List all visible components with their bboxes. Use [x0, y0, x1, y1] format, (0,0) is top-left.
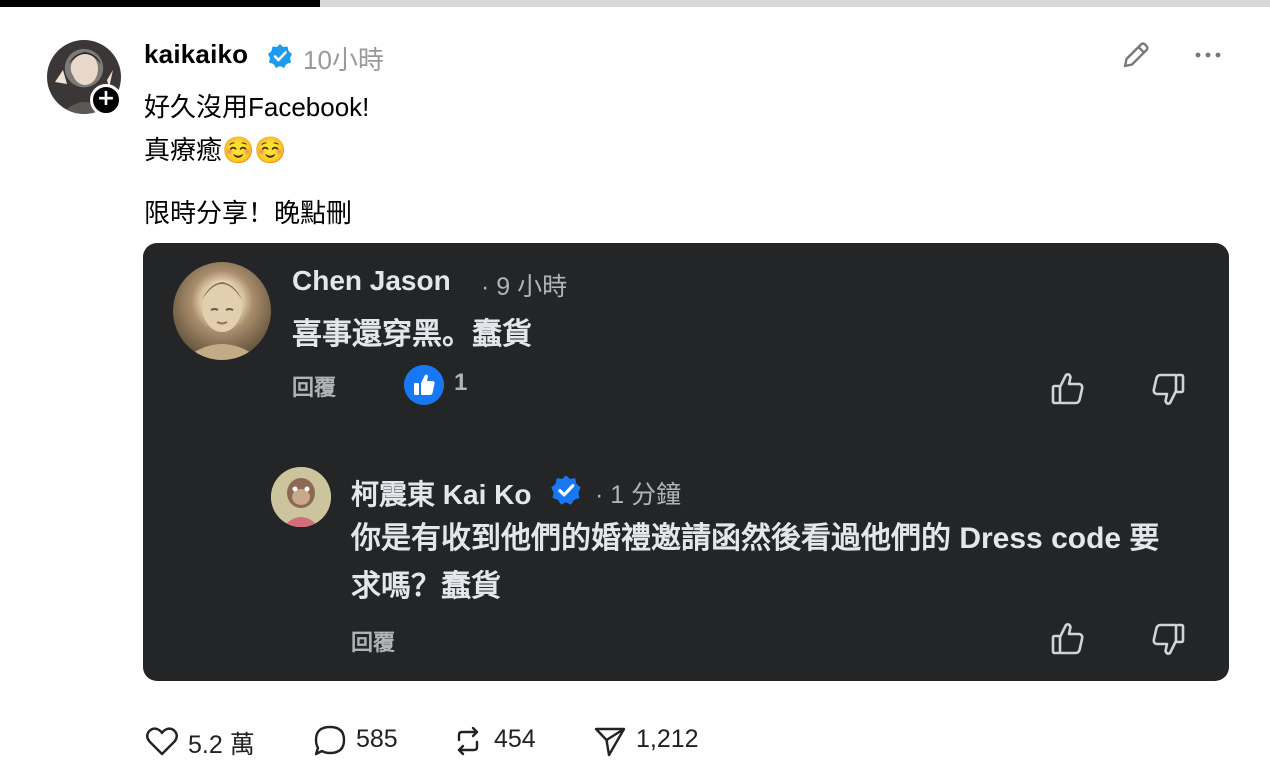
post-text-line-1: 好久沒用Facebook!: [144, 92, 370, 122]
tab-indicator: [0, 0, 1270, 7]
like-count: 5.2 萬: [188, 731, 255, 759]
thumbs-down-icon[interactable]: [1148, 369, 1188, 409]
author-username[interactable]: kaikaiko: [144, 39, 248, 70]
more-options-icon[interactable]: [1190, 37, 1226, 73]
thumbs-down-icon[interactable]: [1148, 619, 1188, 659]
thread-post: + kaikaiko 10小時 好久沒用Facebook! 真療癒☺️☺️ 限時…: [0, 7, 1270, 784]
comment-reply-button[interactable]: 回覆: [292, 370, 336, 402]
commenter-name[interactable]: Chen Jason: [292, 265, 451, 297]
repost-count: 454: [494, 725, 536, 753]
replier-name[interactable]: 柯震東 Kai Ko: [351, 473, 531, 513]
send-icon: [594, 727, 626, 757]
facebook-like-icon: [404, 365, 444, 405]
share-count: 1,212: [636, 725, 699, 753]
comment-bubble-icon: [314, 725, 346, 756]
comment-text: 喜事還穿黑。蠢貨: [292, 318, 532, 351]
post-text-line-2: 真療癒☺️☺️: [144, 135, 287, 165]
post-timestamp: 10小時: [303, 45, 384, 75]
author-avatar[interactable]: +: [47, 40, 122, 116]
verified-badge-icon: [268, 44, 292, 68]
comment-like-count: 1: [454, 369, 468, 396]
active-tab-underline: [0, 0, 320, 7]
thumbs-up-icon[interactable]: [1048, 619, 1088, 659]
comment-count: 585: [356, 725, 398, 753]
reply-text: 你是有收到他們的婚禮邀請函然後看過他們的 Dress code 要求嗎？蠢貨: [351, 522, 1160, 603]
post-text-line-3: 限時分享！晚點刪: [144, 198, 353, 228]
repost-icon: [457, 726, 479, 756]
reply-reply-button[interactable]: 回覆: [351, 625, 395, 657]
heart-icon: [146, 727, 178, 756]
replier-avatar: [271, 467, 331, 527]
follow-plus-icon[interactable]: +: [90, 84, 122, 116]
thumbs-up-icon[interactable]: [1048, 369, 1088, 409]
commenter-avatar: [173, 262, 271, 360]
embedded-screenshot-card[interactable]: Chen Jason · 9 小時 喜事還穿黑。蠢貨 回覆 1 柯震東 Kai …: [143, 243, 1229, 681]
verified-badge-icon: [551, 475, 581, 505]
comment-timestamp: · 9 小時: [481, 273, 568, 301]
reply-timestamp: · 1 分鐘: [595, 481, 682, 509]
edit-pencil-icon[interactable]: [1118, 37, 1154, 73]
